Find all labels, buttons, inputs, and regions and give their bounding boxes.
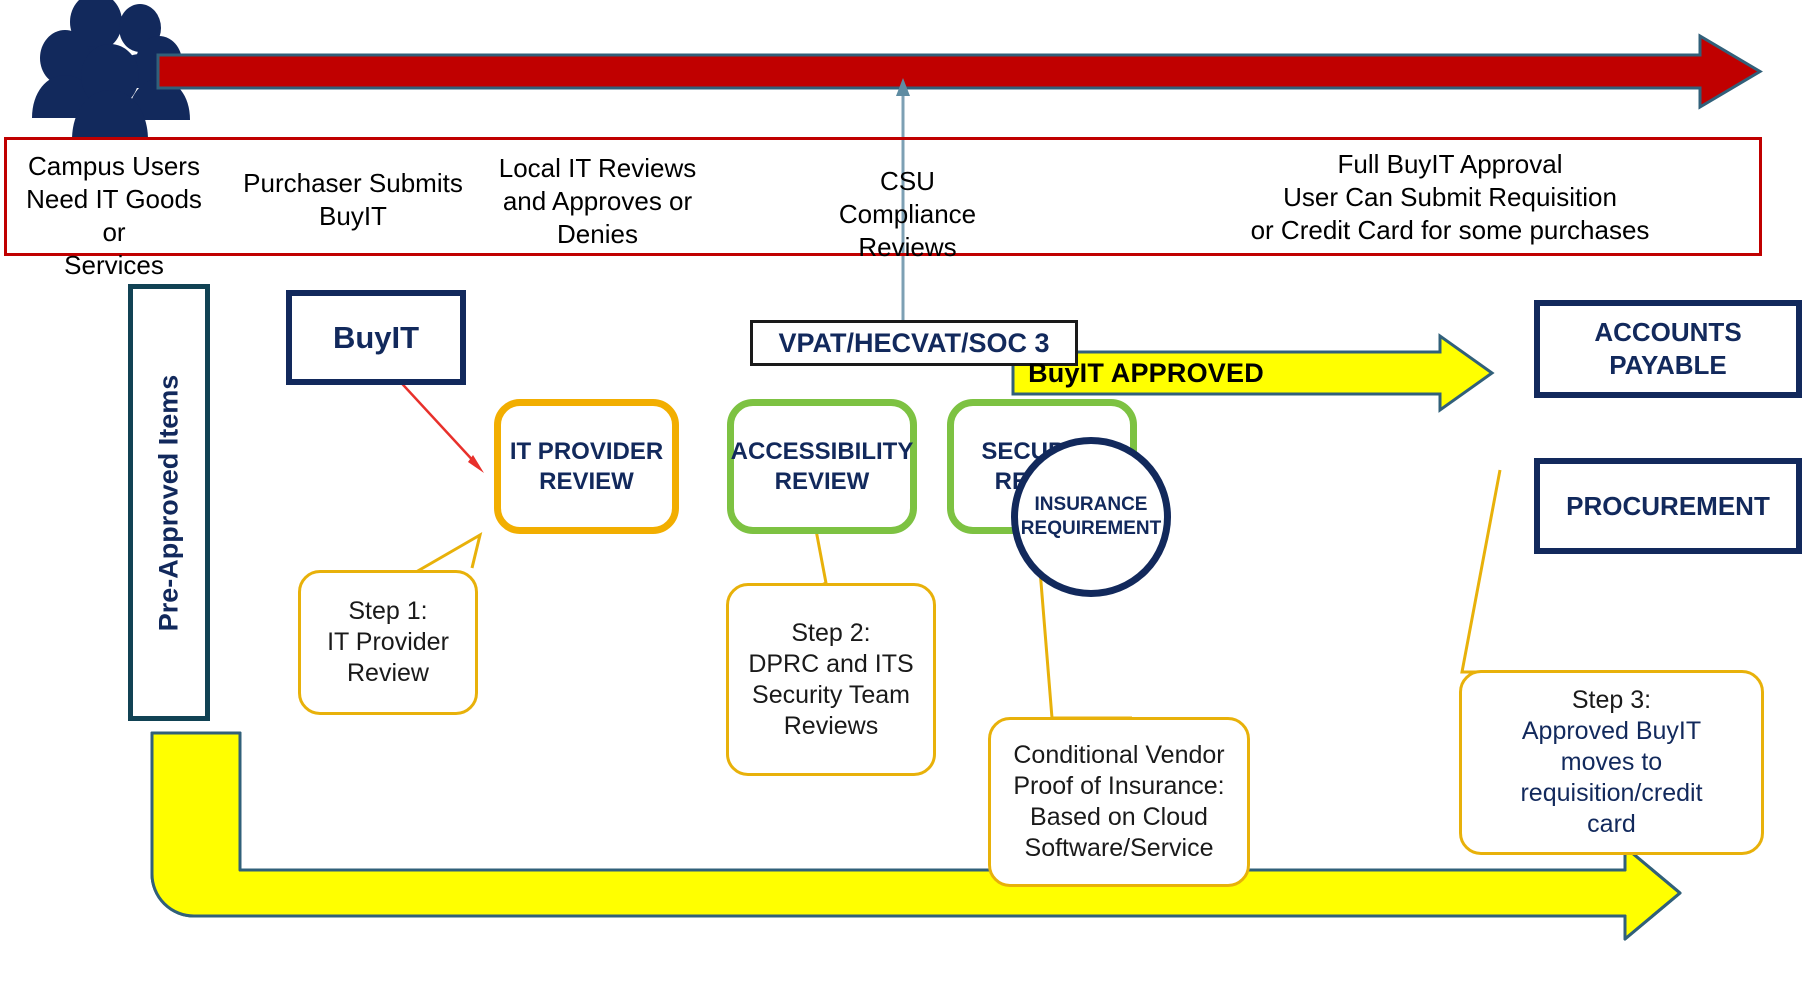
review-line: ACCESSIBILITY	[730, 437, 914, 465]
timeline-stage-local-it-reviews: Local IT Reviews and Approves or Denies	[495, 152, 700, 251]
buyit-box: BuyIT	[286, 290, 466, 385]
pre-approved-items-bar: Pre-Approved Items	[128, 284, 210, 721]
buyit-approved-label: BuyIT APPROVED	[1021, 355, 1271, 391]
destination-line: PROCUREMENT	[1566, 490, 1770, 521]
callout-line: Review	[347, 659, 429, 687]
timeline-stage-campus-users: Campus Users Need IT Goods or Services	[16, 150, 212, 282]
callout-line: Reviews	[783, 711, 879, 740]
compliance-standards-label: VPAT/HECVAT/SOC 3	[778, 327, 1050, 358]
review-line: IT PROVIDER	[509, 437, 664, 465]
timeline-stage-full-approval: Full BuyIT Approval User Can Submit Requ…	[1160, 148, 1740, 247]
accessibility-review-box: ACCESSIBILITY REVIEW	[727, 399, 917, 534]
callout-line: moves to	[1560, 748, 1663, 776]
review-line: REVIEW	[539, 467, 634, 495]
group-of-users-icon	[32, 0, 190, 140]
callout-line: requisition/credit	[1520, 779, 1703, 807]
destination-line: PAYABLE	[1609, 350, 1727, 380]
insurance-note-callout: Conditional Vendor Proof of Insurance: B…	[988, 717, 1250, 887]
stage-line: Local IT Reviews	[498, 153, 697, 183]
callout-line: Proof of Insurance:	[1013, 772, 1225, 800]
stage-line: Campus Users	[28, 151, 200, 181]
stage-line: Reviews	[858, 232, 957, 262]
destination-line: ACCOUNTS	[1594, 317, 1742, 347]
procurement-box: PROCUREMENT	[1534, 458, 1802, 554]
callout-line: Based on Cloud	[1030, 803, 1208, 831]
callout-line: card	[1587, 810, 1636, 838]
stage-line: BuyIT	[319, 201, 387, 231]
stage-line: Need IT Goods or	[26, 184, 202, 247]
step-1-callout: Step 1: IT Provider Review	[298, 570, 478, 715]
callout-line: Conditional Vendor	[1013, 741, 1225, 769]
insurance-line: INSURANCE	[1034, 494, 1148, 515]
it-provider-review-box: IT PROVIDER REVIEW	[494, 399, 679, 534]
callout-line: IT Provider	[327, 628, 449, 656]
pre-approved-items-label: Pre-Approved Items	[153, 374, 184, 631]
step-3-callout: Step 3: Approved BuyIT moves to requisit…	[1459, 670, 1764, 855]
insurance-line: REQUIREMENT	[1020, 518, 1162, 539]
accounts-payable-box: ACCOUNTS PAYABLE	[1534, 300, 1802, 398]
callout-line: Approved BuyIT	[1521, 717, 1702, 745]
stage-line: User Can Submit Requisition	[1283, 182, 1617, 212]
stage-line: Full BuyIT Approval	[1337, 149, 1563, 179]
stage-line: Services	[64, 250, 164, 280]
stage-line: CSU Compliance	[838, 166, 977, 229]
buyit-label: BuyIT	[332, 319, 420, 355]
callout-head: Step 1:	[348, 597, 428, 625]
callout-head: Step 2:	[791, 618, 871, 647]
timeline-stage-purchaser-submits: Purchaser Submits BuyIT	[238, 167, 468, 233]
callout-head: Step 3:	[1571, 686, 1652, 714]
insurance-requirement-circle: INSURANCE REQUIREMENT	[1011, 437, 1171, 597]
stage-line: Denies	[557, 219, 638, 249]
step1-callout-tail	[415, 531, 483, 574]
buyit-approved-text: BuyIT APPROVED	[1028, 357, 1264, 388]
stage-line: or Credit Card for some purchases	[1250, 215, 1650, 245]
step-2-callout: Step 2: DPRC and ITS Security Team Revie…	[726, 583, 936, 776]
review-line: REVIEW	[774, 467, 870, 495]
step3-callout-tail	[1460, 469, 1520, 674]
stage-line: and Approves or	[502, 186, 693, 216]
workflow-diagram: Campus Users Need IT Goods or Services P…	[0, 0, 1804, 983]
stage-line: Purchaser Submits	[243, 168, 463, 198]
callout-line: Software/Service	[1024, 834, 1214, 862]
timeline-stage-csu-compliance: CSU Compliance Reviews	[810, 165, 1005, 264]
callout-line: Security Team	[752, 680, 910, 709]
callout-line: DPRC and ITS	[748, 649, 914, 678]
red-timeline-arrow	[156, 33, 1763, 110]
